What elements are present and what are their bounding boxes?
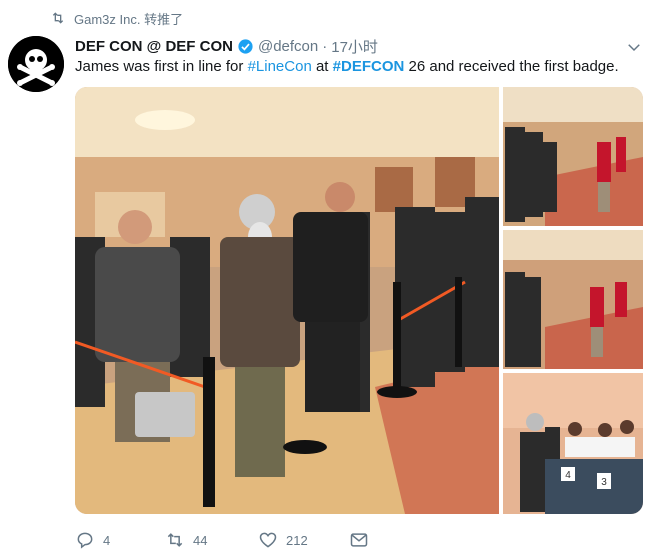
tweet-text-part: at: [311, 58, 333, 75]
media-grid: 4 3: [75, 87, 643, 514]
hashtag-link[interactable]: #LineCon: [248, 58, 312, 75]
retweet-icon: [52, 12, 64, 24]
tweet-text-part: 26 and received the first badge.: [404, 58, 619, 75]
retweet-button[interactable]: 44: [165, 530, 258, 550]
like-button[interactable]: 212: [258, 530, 349, 550]
like-count: 212: [286, 532, 308, 548]
photo-line-queue[interactable]: [75, 87, 499, 514]
chevron-down-icon[interactable]: [625, 38, 643, 56]
avatar[interactable]: [8, 36, 64, 92]
author-name[interactable]: DEF CON @ DEF CON: [75, 38, 233, 55]
retweet-context-label: Gam3z Inc. 转推了: [74, 11, 184, 27]
heart-icon: [259, 532, 277, 548]
photo-hall-2[interactable]: [503, 230, 643, 369]
hashtag-link[interactable]: #DEFCON: [333, 58, 405, 75]
tweet-text: James was first in line for #LineCon at …: [75, 57, 645, 77]
desk-number-label: 3: [601, 477, 607, 488]
reply-button[interactable]: 4: [75, 530, 165, 550]
tweet-header: DEF CON @ DEF CON @defcon · 17小时: [75, 35, 615, 57]
photo-hall-1[interactable]: [503, 87, 643, 226]
envelope-icon: [350, 533, 368, 547]
retweet-icon: [167, 533, 183, 547]
verified-badge-icon: [238, 38, 253, 54]
author-handle[interactable]: @defcon: [258, 38, 318, 55]
tweet-text-part: James was first in line for: [75, 58, 248, 75]
direct-message-button[interactable]: [349, 530, 389, 550]
reply-icon: [77, 532, 93, 549]
desk-number-label: 4: [565, 470, 571, 481]
reply-count: 4: [103, 532, 111, 548]
header-separator: ·: [322, 37, 328, 55]
skull-crossbones-icon: [8, 36, 64, 92]
tweet-timestamp[interactable]: 17小时: [331, 36, 378, 57]
tweet-actions: 4 44 212: [75, 528, 389, 552]
retweet-count: 44: [193, 532, 208, 548]
retweet-context[interactable]: Gam3z Inc. 转推了: [50, 8, 183, 28]
photo-badge-desk[interactable]: 4 3: [503, 373, 643, 514]
